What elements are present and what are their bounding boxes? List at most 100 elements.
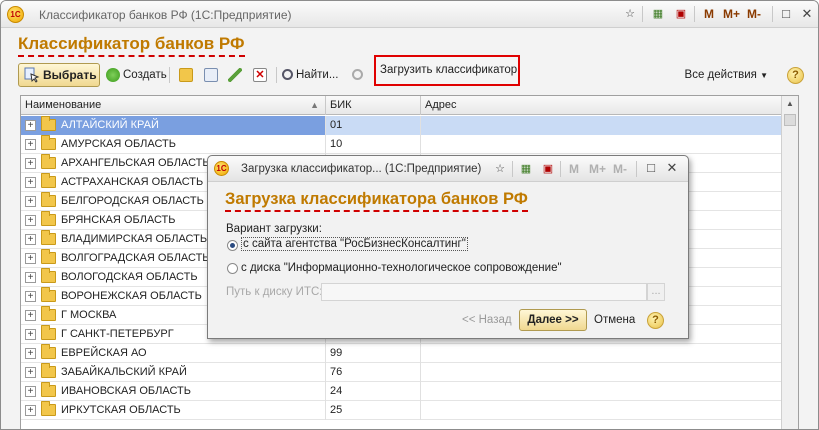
column-header-name[interactable]: Наименование ▲ bbox=[21, 96, 326, 115]
folder-icon bbox=[41, 135, 56, 150]
cell-bik[interactable]: 24 bbox=[326, 382, 421, 401]
dialog-help-button[interactable]: ? bbox=[647, 312, 664, 329]
dialog-memory-plus-button[interactable]: M+ bbox=[589, 162, 606, 176]
table-row[interactable]: + ИВАНОВСКАЯ ОБЛАСТЬ 24 bbox=[21, 382, 781, 401]
calculator-icon[interactable]: ▦ bbox=[651, 7, 665, 21]
cell-address[interactable] bbox=[421, 363, 783, 382]
edit-button[interactable] bbox=[228, 65, 245, 85]
row-name: Г МОСКВА bbox=[61, 309, 117, 321]
cell-address[interactable] bbox=[421, 382, 783, 401]
cell-bik[interactable]: 25 bbox=[326, 401, 421, 420]
expand-icon[interactable]: + bbox=[25, 158, 36, 169]
folder-icon bbox=[41, 173, 56, 188]
expand-icon[interactable]: + bbox=[25, 291, 36, 302]
delete-mark-icon: ✕ bbox=[253, 67, 267, 82]
delete-button[interactable]: ✕ bbox=[253, 65, 270, 85]
select-button[interactable]: Выбрать bbox=[18, 63, 100, 87]
dialog-calculator-icon[interactable]: ▦ bbox=[519, 162, 533, 176]
find-button-label: Найти... bbox=[296, 69, 339, 81]
dialog-close-icon[interactable]: ✕ bbox=[665, 161, 679, 175]
expand-icon[interactable]: + bbox=[25, 310, 36, 321]
dialog-maximize-icon[interactable]: □ bbox=[644, 161, 658, 175]
expand-icon[interactable]: + bbox=[25, 234, 36, 245]
cell-bik[interactable]: 10 bbox=[326, 135, 421, 154]
dialog-memory-button[interactable]: M bbox=[569, 162, 579, 176]
cell-bik[interactable]: 99 bbox=[326, 344, 421, 363]
expand-icon[interactable]: + bbox=[25, 386, 36, 397]
expand-icon[interactable]: + bbox=[25, 177, 36, 188]
expand-icon[interactable]: + bbox=[25, 348, 36, 359]
dialog-memory-minus-button[interactable]: M- bbox=[613, 162, 627, 176]
sort-ascending-icon: ▲ bbox=[310, 100, 319, 110]
copy-button[interactable] bbox=[204, 65, 221, 85]
find-button[interactable]: Найти... bbox=[282, 65, 338, 85]
radio-from-site[interactable] bbox=[227, 240, 238, 251]
next-button[interactable]: Далее >> bbox=[519, 309, 587, 331]
expand-icon[interactable]: + bbox=[25, 139, 36, 150]
form-title: Классификатор банков РФ bbox=[18, 34, 245, 57]
option-from-site-label[interactable]: с сайта агентства "РосБизнесКонсалтинг" bbox=[241, 237, 468, 251]
expand-icon[interactable]: + bbox=[25, 253, 36, 264]
column-header-address[interactable]: Адрес bbox=[421, 96, 783, 115]
cell-address[interactable] bbox=[421, 344, 783, 363]
cell-bik[interactable]: 76 bbox=[326, 363, 421, 382]
back-button[interactable]: << Назад bbox=[462, 314, 512, 326]
cancel-search-icon bbox=[352, 69, 363, 81]
create-folder-button[interactable] bbox=[179, 65, 196, 85]
cell-address[interactable] bbox=[421, 135, 783, 154]
cell-address[interactable] bbox=[421, 116, 783, 135]
radio-from-disk[interactable] bbox=[227, 263, 238, 274]
expand-icon[interactable]: + bbox=[25, 196, 36, 207]
table-row[interactable]: + АМУРСКАЯ ОБЛАСТЬ 10 bbox=[21, 135, 781, 154]
expand-icon[interactable]: + bbox=[25, 405, 36, 416]
cell-name[interactable]: + ИРКУТСКАЯ ОБЛАСТЬ bbox=[21, 401, 326, 420]
column-header-bik[interactable]: БИК bbox=[326, 96, 421, 115]
expand-icon[interactable]: + bbox=[25, 120, 36, 131]
memory-minus-button[interactable]: M- bbox=[747, 7, 761, 21]
expand-icon[interactable]: + bbox=[25, 367, 36, 378]
calendar-icon[interactable]: ▣ bbox=[674, 7, 688, 21]
dialog-app-logo-icon[interactable]: 1С bbox=[214, 161, 229, 176]
favorite-star-icon[interactable]: ☆ bbox=[623, 7, 637, 21]
dialog-favorite-star-icon[interactable]: ☆ bbox=[493, 162, 507, 176]
dialog-window-title: Загрузка классификатор... (1С:Предприяти… bbox=[241, 163, 482, 175]
cell-name[interactable]: + ЗАБАЙКАЛЬСКИЙ КРАЙ bbox=[21, 363, 326, 382]
cell-address[interactable] bbox=[421, 401, 783, 420]
scroll-up-arrow-icon[interactable]: ▲ bbox=[782, 96, 798, 112]
cancel-button[interactable]: Отмена bbox=[594, 314, 635, 326]
cell-name[interactable]: + АЛТАЙСКИЙ КРАЙ bbox=[21, 116, 326, 135]
expand-icon[interactable]: + bbox=[25, 215, 36, 226]
cell-name[interactable]: + АМУРСКАЯ ОБЛАСТЬ bbox=[21, 135, 326, 154]
create-button[interactable]: Создать bbox=[106, 65, 167, 85]
scroll-thumb[interactable] bbox=[784, 114, 796, 126]
row-name: Г САНКТ-ПЕТЕРБУРГ bbox=[61, 328, 174, 340]
all-actions-menu[interactable]: Все действия ▼ bbox=[685, 65, 768, 86]
table-row[interactable]: + ЗАБАЙКАЛЬСКИЙ КРАЙ 76 bbox=[21, 363, 781, 382]
help-button[interactable]: ? bbox=[787, 67, 804, 84]
dropdown-arrow-icon: ▼ bbox=[760, 71, 768, 80]
cell-bik[interactable]: 01 bbox=[326, 116, 421, 135]
table-row[interactable]: + ЕВРЕЙСКАЯ АО 99 bbox=[21, 344, 781, 363]
load-classifier-button[interactable]: Загрузить классификатор bbox=[374, 55, 520, 86]
browse-button[interactable]: ... bbox=[647, 283, 665, 301]
its-path-input[interactable] bbox=[321, 283, 647, 301]
table-row[interactable]: + ИРКУТСКАЯ ОБЛАСТЬ 25 bbox=[21, 401, 781, 420]
dialog-calendar-icon[interactable]: ▣ bbox=[541, 162, 555, 176]
row-name: ВОРОНЕЖСКАЯ ОБЛАСТЬ bbox=[61, 290, 202, 302]
cell-name[interactable]: + ЕВРЕЙСКАЯ АО bbox=[21, 344, 326, 363]
table-row[interactable]: + АЛТАЙСКИЙ КРАЙ 01 bbox=[21, 116, 783, 135]
row-name: АЛТАЙСКИЙ КРАЙ bbox=[61, 119, 159, 131]
memory-plus-button[interactable]: M+ bbox=[723, 7, 740, 21]
app-logo-icon[interactable]: 1С bbox=[7, 6, 24, 23]
cancel-search-button[interactable] bbox=[352, 65, 366, 85]
memory-button[interactable]: M bbox=[704, 7, 714, 21]
expand-icon[interactable]: + bbox=[25, 272, 36, 283]
close-icon[interactable]: ✕ bbox=[800, 7, 814, 21]
option-from-disk-label[interactable]: с диска "Информационно-технологическое с… bbox=[241, 262, 562, 274]
maximize-icon[interactable]: □ bbox=[779, 7, 793, 21]
row-name: ИРКУТСКАЯ ОБЛАСТЬ bbox=[61, 404, 181, 416]
cell-name[interactable]: + ИВАНОВСКАЯ ОБЛАСТЬ bbox=[21, 382, 326, 401]
pencil-icon bbox=[228, 67, 242, 82]
vertical-scrollbar[interactable]: ▲ bbox=[781, 96, 798, 429]
expand-icon[interactable]: + bbox=[25, 329, 36, 340]
